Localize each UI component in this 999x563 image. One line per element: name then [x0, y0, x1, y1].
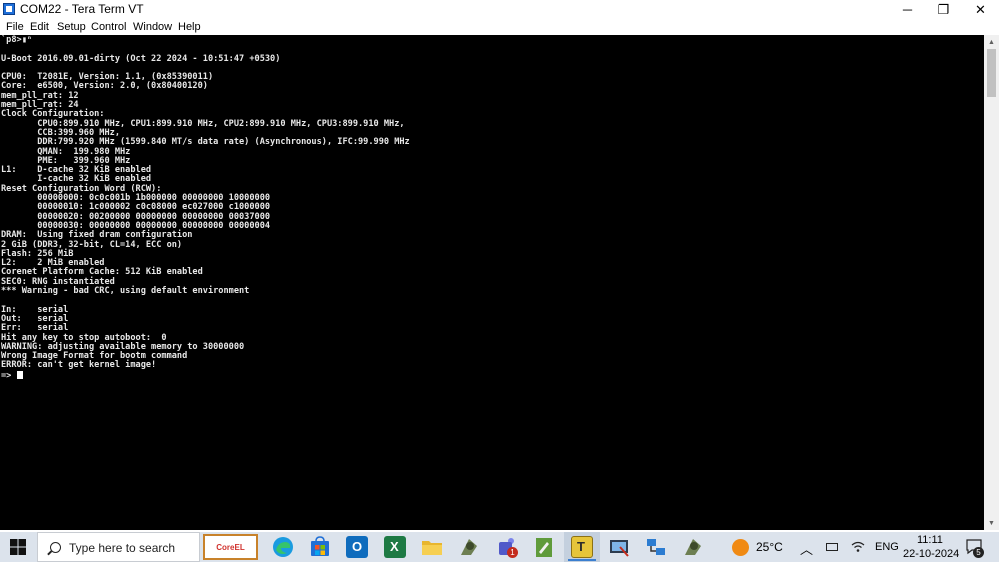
pcb-tool-2-icon[interactable]: [682, 536, 704, 558]
snipping-tool-icon[interactable]: [608, 536, 630, 558]
edge-browser-icon[interactable]: [272, 536, 294, 558]
terminal-line: ERROR: can't get kernel image!: [1, 360, 157, 371]
menu-window[interactable]: Window: [133, 20, 172, 34]
coreel-app-button[interactable]: CoreEL: [203, 534, 258, 560]
pcb-tool-icon[interactable]: [458, 536, 480, 558]
outlook-icon[interactable]: O: [346, 536, 368, 558]
maximize-button[interactable]: ❐: [925, 0, 962, 19]
menu-file[interactable]: File: [6, 20, 24, 34]
outlook-letter: O: [352, 539, 363, 554]
excel-icon[interactable]: X: [384, 536, 406, 558]
wifi-icon[interactable]: [851, 541, 865, 553]
search-icon: [50, 542, 61, 553]
coreel-logo-label: CoreEL: [216, 542, 245, 552]
terminal-window[interactable]: `p8>▮ⁿ U-Boot 2016.09.01-dirty (Oct 22 2…: [0, 35, 984, 530]
vertical-scrollbar[interactable]: ▲ ▼: [984, 35, 999, 530]
menu-help[interactable]: Help: [178, 20, 201, 34]
terminal-cursor: [16, 370, 23, 379]
teams-notification-badge: 1: [507, 547, 518, 558]
teraterm-app-icon: [3, 3, 15, 15]
window-title: COM22 - Tera Term VT: [20, 2, 144, 16]
close-button[interactable]: ✕: [962, 0, 999, 19]
menu-control[interactable]: Control: [91, 20, 126, 34]
weather-temperature[interactable]: 25°C: [756, 540, 783, 554]
notification-count-badge: 5: [973, 547, 984, 558]
excel-letter: X: [390, 539, 399, 554]
taskbar: Type here to search CoreEL O X 1 T 25°C …: [0, 532, 999, 562]
teraterm-taskbar-icon[interactable]: T: [571, 536, 593, 558]
terminal-line: U-Boot 2016.09.01-dirty (Oct 22 2024 - 1…: [1, 53, 281, 64]
menu-edit[interactable]: Edit: [30, 20, 49, 34]
scroll-down-arrow-icon[interactable]: ▼: [984, 516, 999, 530]
minimize-button[interactable]: ─: [889, 0, 926, 19]
terminal-line: `p8>▮ⁿ: [1, 35, 33, 45]
menu-setup[interactable]: Setup: [57, 20, 86, 34]
weather-sun-icon[interactable]: [732, 539, 749, 556]
active-app-indicator: [568, 559, 596, 561]
scrollbar-thumb[interactable]: [987, 49, 996, 97]
title-bar: COM22 - Tera Term VT ─ ❐ ✕: [0, 0, 999, 19]
clock-time[interactable]: 11:11: [917, 534, 943, 546]
show-hidden-icons-chevron-icon[interactable]: ︿: [800, 539, 813, 558]
teraterm-letter: T: [577, 539, 585, 554]
terminal-prompt: =>: [1, 370, 17, 381]
microsoft-store-icon[interactable]: [309, 536, 331, 558]
start-button[interactable]: [0, 532, 36, 562]
document-app-icon[interactable]: [533, 536, 555, 558]
language-indicator[interactable]: ENG: [875, 541, 899, 553]
scroll-up-arrow-icon[interactable]: ▲: [984, 35, 999, 49]
terminal-output: `p8>▮ⁿ U-Boot 2016.09.01-dirty (Oct 22 2…: [0, 35, 984, 381]
teams-icon[interactable]: 1: [496, 536, 518, 558]
clock-date[interactable]: 22-10-2024: [903, 548, 959, 560]
search-placeholder: Type here to search: [69, 541, 176, 555]
battery-icon[interactable]: [826, 543, 838, 551]
menu-bar: File Edit Setup Control Window Help: [0, 19, 999, 35]
terminal-lines: `p8>▮ⁿ U-Boot 2016.09.01-dirty (Oct 22 2…: [1, 35, 410, 370]
file-explorer-icon[interactable]: [421, 536, 443, 558]
network-tool-icon[interactable]: [645, 536, 667, 558]
terminal-line: *** Warning - bad CRC, using default env…: [1, 286, 250, 297]
windows-logo-icon: [10, 539, 26, 555]
taskbar-search-box[interactable]: Type here to search: [37, 532, 200, 562]
